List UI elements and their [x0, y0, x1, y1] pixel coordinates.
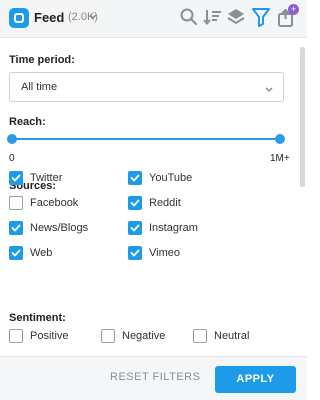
source-checkbox-news-blogs[interactable] [9, 221, 23, 235]
source-label-youtube: YouTube [149, 172, 193, 184]
feed-app-icon [9, 8, 29, 28]
time-period-select[interactable]: All time [9, 72, 284, 102]
toolbar: Feed (2.0K) + [0, 0, 307, 38]
scrollbar[interactable] [300, 47, 305, 187]
source-checkbox-twitter[interactable] [9, 171, 23, 185]
source-checkbox-reddit[interactable] [128, 196, 142, 210]
time-period-value: All time [21, 81, 58, 93]
chevron-down-icon [264, 82, 274, 100]
source-label-reddit: Reddit [149, 197, 181, 209]
sentiment-checkbox-neutral[interactable] [193, 329, 207, 343]
reach-slider-min-handle[interactable] [7, 134, 17, 144]
source-label-web: Web [30, 247, 53, 259]
source-label-instagram: Instagram [149, 222, 198, 234]
source-label-facebook: Facebook [30, 197, 79, 209]
source-checkbox-vimeo[interactable] [128, 246, 142, 260]
filter-footer: RESET FILTERS APPLY [0, 356, 307, 400]
sentiment-checkbox-negative[interactable] [101, 329, 115, 343]
feed-title[interactable]: Feed [34, 10, 64, 25]
source-label-vimeo: Vimeo [149, 247, 180, 259]
layers-icon[interactable] [225, 6, 247, 28]
sentiment-checkbox-positive[interactable] [9, 329, 23, 343]
chevron-down-icon[interactable] [88, 10, 98, 28]
source-checkbox-facebook[interactable] [9, 196, 23, 210]
source-label-twitter: Twitter [30, 172, 63, 184]
source-checkbox-instagram[interactable] [128, 221, 142, 235]
sort-icon[interactable] [202, 6, 224, 28]
source-label-news-blogs: News/Blogs [30, 222, 89, 234]
source-checkbox-youtube[interactable] [128, 171, 142, 185]
share-badge: + [288, 4, 299, 15]
reach-slider-track[interactable] [12, 138, 282, 140]
reset-filters-button[interactable]: RESET FILTERS [110, 371, 200, 383]
sentiment-label-negative: Negative [122, 330, 166, 342]
search-icon[interactable] [178, 6, 200, 28]
filter-panel: Time period: All time Reach: 0 1M+ Sourc… [0, 38, 307, 356]
reach-slider-max-handle[interactable] [275, 134, 285, 144]
reach-min-label: 0 [9, 153, 15, 164]
sentiment-label: Sentiment: [9, 312, 66, 324]
filter-icon[interactable] [250, 6, 272, 28]
apply-button[interactable]: APPLY [215, 366, 296, 393]
reach-max-label: 1M+ [270, 153, 290, 164]
sentiment-label-neutral: Neutral [214, 330, 250, 342]
sentiment-label-positive: Positive [30, 330, 69, 342]
time-period-label: Time period: [9, 54, 75, 66]
reach-label: Reach: [9, 116, 46, 128]
source-checkbox-web[interactable] [9, 246, 23, 260]
